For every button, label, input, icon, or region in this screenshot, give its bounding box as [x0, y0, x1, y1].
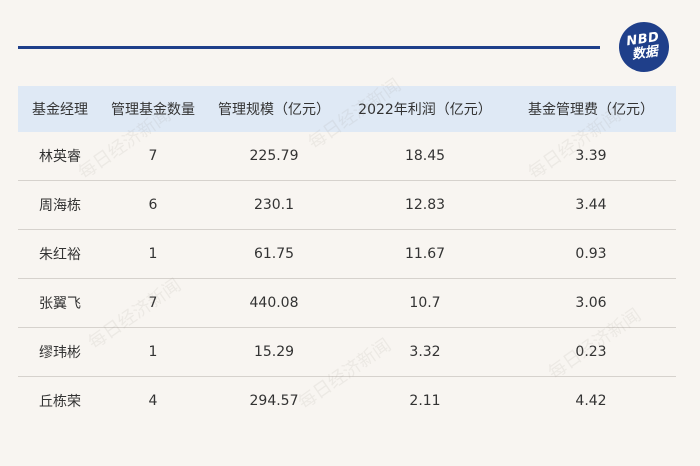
cell-profit: 12.83 — [344, 180, 506, 230]
cell-profit: 10.7 — [344, 278, 506, 328]
table-row: 林英睿 7 225.79 18.45 3.39 — [18, 132, 676, 181]
cell-fee: 4.42 — [575, 393, 607, 409]
cell-scale: 230.1 — [204, 180, 344, 230]
cell-manager: 张翼飞 — [18, 278, 102, 328]
table-header-row: 基金经理 管理基金数量 管理规模（亿元） 2022年利润（亿元） 基金管理费（亿… — [18, 86, 676, 132]
fund-manager-table: 基金经理 管理基金数量 管理规模（亿元） 2022年利润（亿元） 基金管理费（亿… — [18, 86, 676, 425]
cell-manager: 朱红裕 — [18, 229, 102, 279]
cell-scale: 294.57 — [249, 393, 299, 409]
cell-profit: 18.45 — [344, 132, 506, 181]
table-row: 张翼飞 7 440.08 10.7 3.06 — [18, 278, 676, 328]
cell-scale: 61.75 — [204, 229, 344, 279]
cell-fee: 0.93 — [506, 229, 676, 279]
header-fund-count: 管理基金数量 — [102, 86, 204, 132]
cell-manager: 缪玮彬 — [18, 327, 102, 377]
cell-manager: 周海栋 — [18, 180, 102, 230]
nbd-data-logo: NBD 数据 — [615, 18, 673, 76]
cell-scale: 15.29 — [204, 327, 344, 377]
cell-fee: 3.44 — [506, 180, 676, 230]
cell-fund-count: 1 — [102, 327, 204, 377]
header-manager: 基金经理 — [18, 86, 102, 132]
cell-fund-count: 7 — [102, 278, 204, 328]
cell-manager: 林英睿 — [18, 132, 102, 181]
cell-profit: 3.32 — [344, 327, 506, 377]
header-profit-2022: 2022年利润（亿元） — [344, 86, 506, 132]
cell-scale: 440.08 — [204, 278, 344, 328]
cell-fund-count: 6 — [102, 180, 204, 230]
header-management-fee: 基金管理费（亿元） — [506, 86, 676, 132]
table-row: 周海栋 6 230.1 12.83 3.44 — [18, 180, 676, 230]
table-row: 朱红裕 1 61.75 11.67 0.93 — [18, 229, 676, 279]
cell-fund-count: 4 — [148, 393, 158, 409]
cell-fund-count: 1 — [102, 229, 204, 279]
cell-fee: 3.06 — [506, 278, 676, 328]
table-row: 缪玮彬 1 15.29 3.32 0.23 — [18, 327, 676, 377]
header-rule — [18, 46, 600, 49]
cell-profit: 2.11 — [409, 393, 441, 409]
cell-fund-count: 7 — [102, 132, 204, 181]
cell-manager: 丘栋荣 — [39, 394, 81, 410]
cell-scale: 225.79 — [204, 132, 344, 181]
table-row: 丘栋荣 4 294.57 2.11 4.42 — [18, 377, 676, 426]
cell-fee: 3.39 — [506, 132, 676, 181]
header-scale: 管理规模（亿元） — [204, 86, 344, 132]
cell-fee: 0.23 — [506, 327, 676, 377]
logo-text-data: 数据 — [630, 44, 659, 63]
cell-profit: 11.67 — [344, 229, 506, 279]
